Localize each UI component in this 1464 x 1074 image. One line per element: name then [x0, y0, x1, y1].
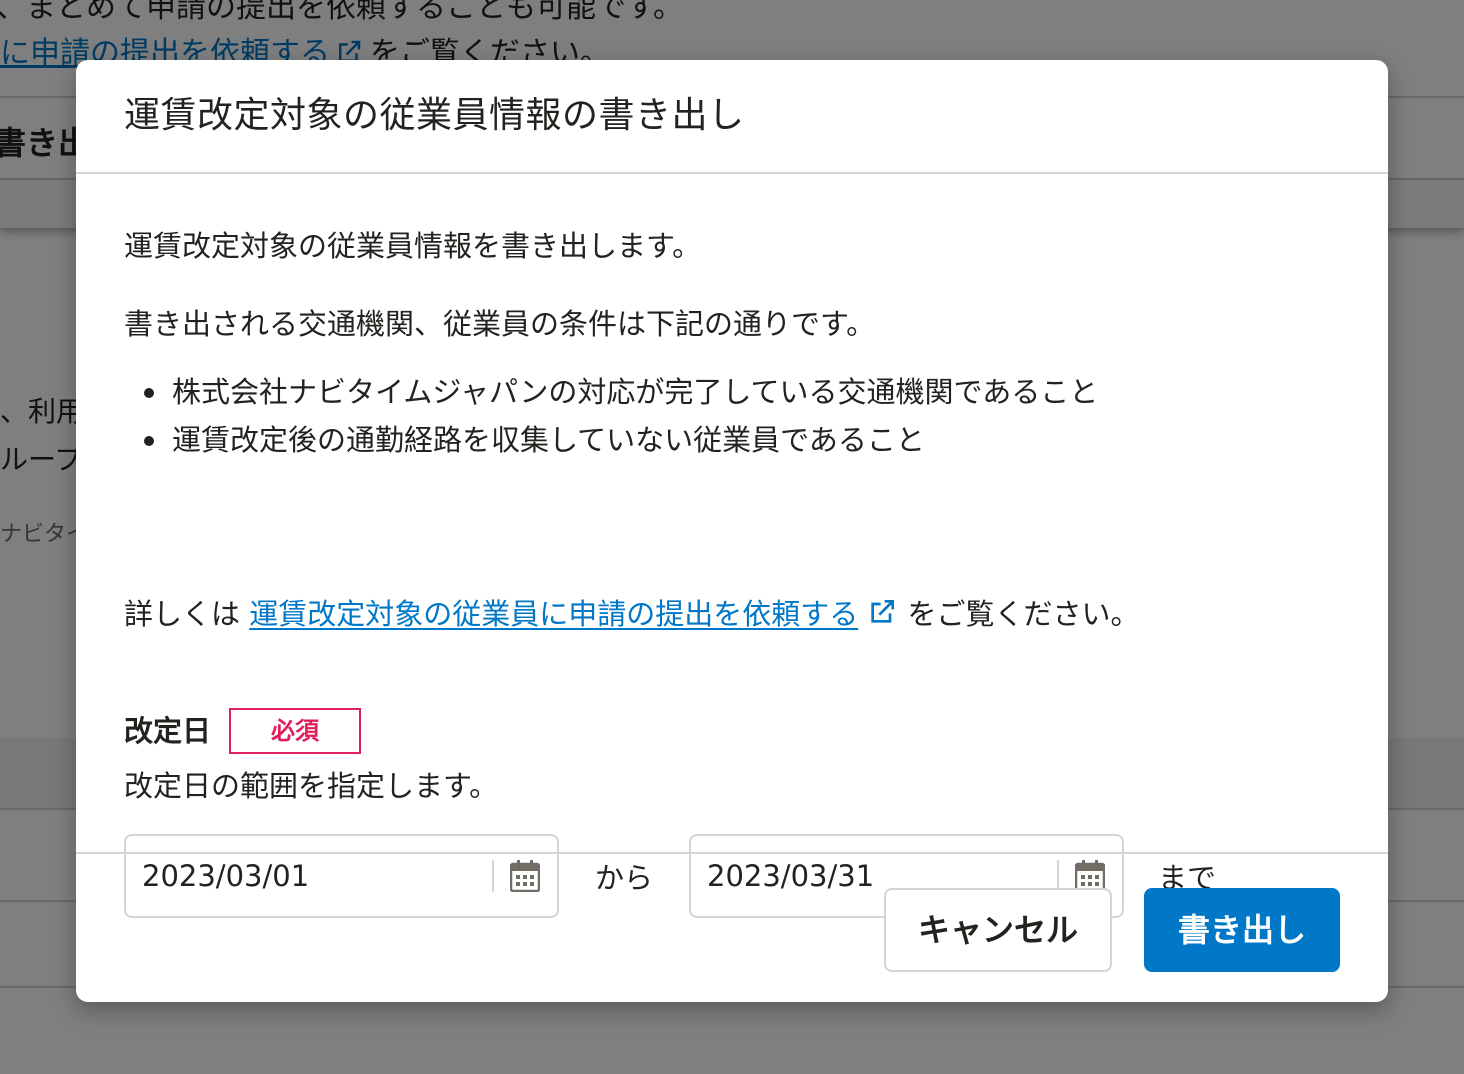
field-label: 改定日 [124, 714, 212, 748]
dialog-header: 運賃改定対象の従業員情報の書き出し [76, 60, 1388, 174]
condition-text: 運賃改定後の通勤経路を収集していない従業員であること [172, 423, 925, 457]
details-text: 詳しくは 運賃改定対象の従業員に申請の提出を依頼する をご覧ください。 [124, 594, 1139, 634]
list-item: 株式会社ナビタイムジャパンの対応が完了している交通機関であること [124, 368, 1098, 416]
cancel-button[interactable]: キャンセル [884, 888, 1112, 972]
dialog-footer: キャンセル 書き出し [76, 852, 1388, 1002]
conditions-list: 株式会社ナビタイムジャパンの対応が完了している交通機関であること 運賃改定後の通… [124, 368, 1098, 464]
bullet [144, 436, 154, 446]
description: 運賃改定対象の従業員情報を書き出します。 [124, 229, 702, 263]
details-prefix: 詳しくは [124, 597, 241, 631]
dialog-title: 運賃改定対象の従業員情報の書き出し [124, 95, 745, 136]
field-help-text: 改定日の範囲を指定します。 [124, 769, 499, 803]
required-badge: 必須 [229, 708, 362, 754]
help-link-label: 運賃改定対象の従業員に申請の提出を依頼する [249, 597, 859, 631]
dialog-body: 運賃改定対象の従業員情報を書き出します。 書き出される交通機関、従業員の条件は下… [76, 174, 1388, 918]
list-item: 運賃改定後の通勤経路を収集していない従業員であること [124, 416, 1098, 464]
condition-text: 株式会社ナビタイムジャパンの対応が完了している交通機関であること [172, 375, 1099, 409]
help-link[interactable]: 運賃改定対象の従業員に申請の提出を依頼する [249, 597, 898, 631]
export-dialog: 運賃改定対象の従業員情報の書き出し 運賃改定対象の従業員情報を書き出します。 書… [76, 60, 1388, 1002]
bullet [144, 388, 154, 398]
external-link-icon [871, 600, 895, 623]
export-button[interactable]: 書き出し [1144, 888, 1340, 972]
field-label-row: 改定日 必須 [124, 708, 362, 754]
details-suffix: をご覧ください。 [907, 597, 1140, 631]
conditions-intro: 書き出される交通機関、従業員の条件は下記の通りです。 [124, 307, 876, 341]
